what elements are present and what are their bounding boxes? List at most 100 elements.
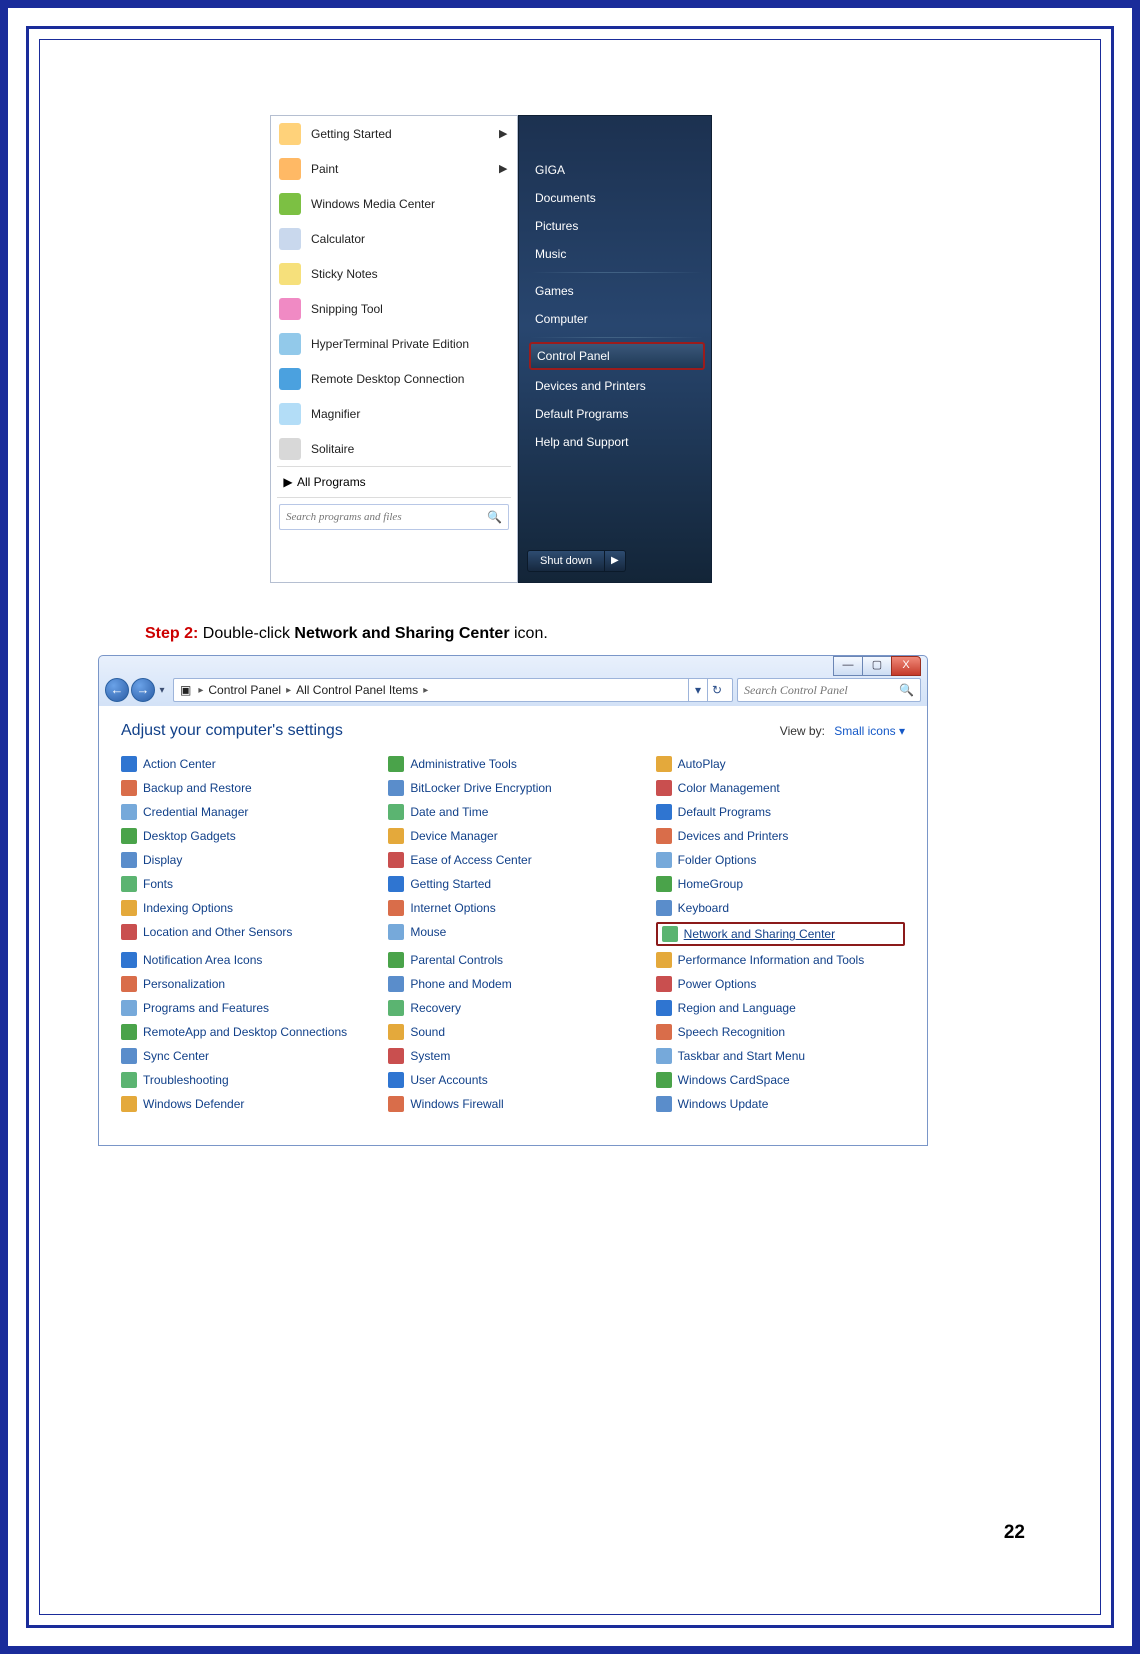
control-panel-item[interactable]: HomeGroup [656,874,905,894]
control-panel-item[interactable]: Action Center [121,754,370,774]
minimize-button[interactable]: — [833,656,863,676]
control-panel-item[interactable]: Indexing Options [121,898,370,918]
control-panel-item[interactable]: Getting Started [388,874,637,894]
control-panel-item[interactable]: Keyboard [656,898,905,918]
control-panel-item[interactable]: Performance Information and Tools [656,950,905,970]
start-menu-item[interactable]: HyperTerminal Private Edition [271,326,517,361]
nav-history-dropdown[interactable]: ▾ [155,679,169,701]
control-panel-item[interactable]: Administrative Tools [388,754,637,774]
control-panel-item[interactable]: Taskbar and Start Menu [656,1046,905,1066]
start-menu-item[interactable]: Magnifier [271,396,517,431]
start-menu-item[interactable]: Remote Desktop Connection [271,361,517,396]
control-panel-item-label: Windows Defender [143,1097,244,1111]
breadcrumb-item[interactable]: Control Panel [208,683,281,697]
control-panel-item[interactable]: Windows Firewall [388,1094,637,1114]
control-panel-item-label: Mouse [410,925,446,939]
control-panel-item[interactable]: Programs and Features [121,998,370,1018]
breadcrumb-item[interactable]: All Control Panel Items [296,683,418,697]
control-panel-item[interactable]: User Accounts [388,1070,637,1090]
step-label: Step 2: [145,625,198,642]
start-menu-right-item[interactable]: Computer [531,305,703,333]
control-panel-item[interactable]: Sync Center [121,1046,370,1066]
control-panel-item[interactable]: Desktop Gadgets [121,826,370,846]
control-panel-item-icon [656,900,672,916]
control-panel-item[interactable]: Windows Update [656,1094,905,1114]
control-panel-item-icon [121,1024,137,1040]
start-menu-item[interactable]: Solitaire [271,431,517,466]
control-panel-item[interactable]: Power Options [656,974,905,994]
control-panel-item-label: Keyboard [678,901,729,915]
start-menu-right-item[interactable]: Default Programs [531,400,703,428]
back-button[interactable]: ← [105,678,129,702]
control-panel-item[interactable]: Mouse [388,922,637,942]
control-panel-item[interactable]: Sound [388,1022,637,1042]
start-menu-right-item[interactable]: Devices and Printers [531,372,703,400]
control-panel-item[interactable]: System [388,1046,637,1066]
control-panel-item[interactable]: Backup and Restore [121,778,370,798]
control-panel-item-icon [656,1000,672,1016]
start-menu-item-label: Calculator [311,232,365,246]
shutdown-options-button[interactable]: ▶ [605,550,626,572]
start-menu-right-item[interactable]: Pictures [531,212,703,240]
control-panel-search[interactable]: 🔍 [737,678,921,702]
shutdown-button[interactable]: Shut down [527,550,605,572]
control-panel-item[interactable]: Folder Options [656,850,905,870]
start-menu-item[interactable]: Snipping Tool [271,291,517,326]
control-panel-item[interactable]: Internet Options [388,898,637,918]
control-panel-item[interactable]: Ease of Access Center [388,850,637,870]
control-panel-item[interactable]: Color Management [656,778,905,798]
control-panel-item[interactable]: Notification Area Icons [121,950,370,970]
control-panel-item[interactable]: Display [121,850,370,870]
control-panel-item[interactable]: Phone and Modem [388,974,637,994]
control-panel-item[interactable]: Region and Language [656,998,905,1018]
maximize-button[interactable]: ▢ [862,656,892,676]
address-dropdown-button[interactable]: ▾ [688,679,707,701]
control-panel-item[interactable]: Date and Time [388,802,637,822]
control-panel-item[interactable]: Location and Other Sensors [121,922,370,942]
start-menu-right-item[interactable]: Documents [531,184,703,212]
control-panel-item[interactable]: AutoPlay [656,754,905,774]
start-menu-right-item[interactable]: Music [531,240,703,268]
control-panel-item[interactable]: Windows CardSpace [656,1070,905,1090]
forward-button[interactable]: → [131,678,155,702]
search-icon: 🔍 [899,683,920,697]
control-panel-search-field[interactable] [738,683,899,698]
search-programs-field[interactable] [280,511,487,523]
control-panel-item[interactable]: Credential Manager [121,802,370,822]
control-panel-item[interactable]: Devices and Printers [656,826,905,846]
control-panel-item[interactable]: Personalization [121,974,370,994]
start-menu-right-item[interactable]: Help and Support [531,428,703,456]
start-menu-right-item[interactable]: GIGA [531,156,703,184]
close-button[interactable]: X [891,656,921,676]
view-by-dropdown[interactable]: Small icons ▾ [834,724,905,738]
start-menu-item[interactable]: Windows Media Center [271,186,517,221]
start-menu-right-item[interactable]: Games [531,277,703,305]
control-panel-item-icon [656,1024,672,1040]
control-panel-item[interactable]: RemoteApp and Desktop Connections [121,1022,370,1042]
control-panel-item-icon [656,828,672,844]
control-panel-item[interactable]: BitLocker Drive Encryption [388,778,637,798]
all-programs-item[interactable]: ▶ All Programs [271,467,517,497]
control-panel-item[interactable]: Parental Controls [388,950,637,970]
shutdown-button-group[interactable]: Shut down ▶ [527,550,626,572]
start-menu-item[interactable]: Calculator [271,221,517,256]
control-panel-item-label: Administrative Tools [410,757,517,771]
control-panel-item[interactable]: Troubleshooting [121,1070,370,1090]
control-panel-item[interactable]: Default Programs [656,802,905,822]
control-panel-item-label: Color Management [678,781,780,795]
control-panel-item[interactable]: Windows Defender [121,1094,370,1114]
control-panel-item[interactable]: Recovery [388,998,637,1018]
control-panel-item[interactable]: Fonts [121,874,370,894]
content-area: Getting Started▶Paint▶Windows Media Cent… [100,100,1040,1554]
search-programs-input[interactable]: 🔍 [279,504,509,530]
step-text-post: icon. [514,625,548,642]
control-panel-item-highlighted[interactable]: Network and Sharing Center [656,922,905,946]
start-menu-item[interactable]: Paint▶ [271,151,517,186]
start-menu-right-item-selected[interactable]: Control Panel [529,342,705,370]
start-menu-item[interactable]: Getting Started▶ [271,116,517,151]
start-menu-item[interactable]: Sticky Notes [271,256,517,291]
address-bar[interactable]: ▣ ▸ Control Panel ▸ All Control Panel It… [173,678,733,702]
control-panel-item[interactable]: Device Manager [388,826,637,846]
control-panel-item[interactable]: Speech Recognition [656,1022,905,1042]
refresh-button[interactable]: ↻ [707,679,726,701]
